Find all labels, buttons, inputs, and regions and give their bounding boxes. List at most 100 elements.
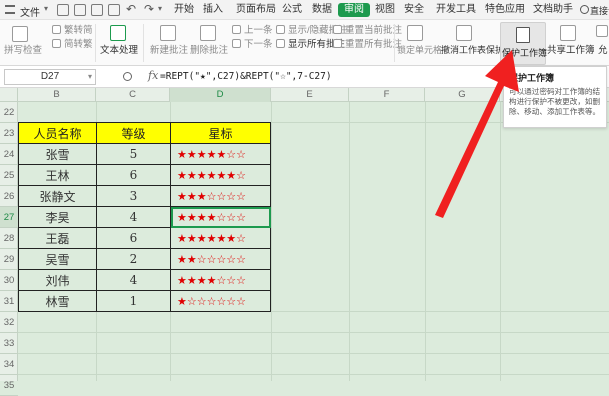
share-workbook-button[interactable]: 共享工作簿 [547,45,595,56]
row-header[interactable]: 31 [0,291,18,312]
name-box-value: D27 [40,71,60,82]
table-header-row: 人员名称 等级 星标 [18,122,271,144]
chevron-down-icon[interactable]: ▾ [88,70,92,84]
text-processing-button[interactable]: 文本处理 [100,45,138,56]
table-row: 吴雪 2 ★★☆☆☆☆☆ [18,248,271,270]
row-header[interactable]: 26 [0,186,18,207]
header-level[interactable]: 等级 [96,122,171,144]
cell-stars[interactable]: ★★★★★☆☆ [170,143,271,165]
chevron-down-icon[interactable]: ▾ [158,4,162,13]
preview-icon[interactable] [108,4,120,16]
tab-special-apps[interactable]: 特色应用 [485,4,525,16]
name-box[interactable]: D27 ▾ [4,69,96,85]
column-header-f[interactable]: F [349,88,425,102]
cell-level[interactable]: 2 [96,248,171,270]
tab-insert[interactable]: 插入 [203,4,223,16]
cell-level[interactable]: 4 [96,206,171,228]
cell-name[interactable]: 张静文 [18,185,97,207]
cell-name[interactable]: 张雪 [18,143,97,165]
new-comment-icon[interactable] [160,25,176,41]
tab-security[interactable]: 安全 [404,4,424,16]
fx-icon[interactable]: fx [148,69,158,82]
formula-input[interactable]: =REPT("★",C27)&REPT("☆",7-C27) [160,70,332,84]
row-header[interactable]: 29 [0,249,18,270]
magnifier-icon[interactable] [123,72,132,81]
tab-home[interactable]: 开始 [174,4,194,16]
cell-name[interactable]: 吴雪 [18,248,97,270]
allow-edit-icon[interactable] [596,25,608,37]
sheet-protect-icon[interactable] [456,25,472,41]
simp-to-trad-button[interactable]: 简转繁 [64,39,93,50]
cell-stars[interactable]: ★★☆☆☆☆☆ [170,248,271,270]
cell-name[interactable]: 李昊 [18,206,97,228]
row-header-selected[interactable]: 27 [0,207,18,228]
cell-level[interactable]: 6 [96,164,171,186]
file-menu[interactable]: 文件 [20,4,40,19]
allow-user-edit-button[interactable]: 允 [598,45,608,56]
tab-page-layout[interactable]: 页面布局 [236,4,276,16]
cell-name[interactable]: 刘伟 [18,269,97,291]
cell-name[interactable]: 王林 [18,164,97,186]
column-header-b[interactable]: B [18,88,96,102]
select-all-corner[interactable] [0,88,18,102]
cell-level[interactable]: 3 [96,185,171,207]
tab-data[interactable]: 数据 [312,4,332,16]
tab-review[interactable]: 审阅 [338,3,370,17]
chevron-down-icon[interactable]: ▾ [44,4,48,13]
column-header-c[interactable]: C [96,88,170,102]
lock-icon[interactable] [407,25,423,41]
column-header-d[interactable]: D [170,88,271,102]
row-header[interactable]: 25 [0,165,18,186]
tab-doc-assistant[interactable]: 文档助手 [533,4,573,16]
new-comment-button[interactable]: 新建批注 [150,45,188,56]
row-header[interactable]: 33 [0,333,18,354]
red-arrow [435,50,519,218]
tab-view[interactable]: 视图 [375,4,395,16]
convert-icon [52,25,61,34]
header-name[interactable]: 人员名称 [18,122,97,144]
save-icon[interactable] [57,4,69,16]
next-comment-icon [232,39,241,48]
cell-level[interactable]: 1 [96,290,171,312]
row-header[interactable]: 28 [0,228,18,249]
delete-comment-icon[interactable] [200,25,216,41]
prev-comment-button[interactable]: 上一条 [244,25,273,36]
header-stars[interactable]: 星标 [170,122,271,144]
spell-check-button[interactable]: 拼写检查 [4,45,42,56]
text-processing-icon[interactable] [110,25,126,41]
tab-formulas[interactable]: 公式 [282,4,302,16]
row-header[interactable]: 22 [0,102,18,123]
row-header[interactable]: 34 [0,354,18,375]
row-header[interactable]: 24 [0,144,18,165]
next-comment-button[interactable]: 下一条 [244,39,273,50]
spellcheck-icon[interactable] [12,26,28,42]
print-icon[interactable] [91,4,103,16]
tab-developer[interactable]: 开发工具 [436,4,476,16]
row-headers: 22 23 24 25 26 27 28 29 30 31 32 33 34 3… [0,102,18,396]
cell-stars[interactable]: ★★★★★★☆ [170,164,271,186]
search-icon[interactable] [580,5,589,14]
export-icon[interactable] [74,4,86,16]
share-icon[interactable] [560,25,576,41]
redo-icon[interactable]: ↷ [144,2,154,16]
cell-name[interactable]: 林雪 [18,290,97,312]
hamburger-icon[interactable] [5,5,15,14]
delete-comment-button[interactable]: 删除批注 [190,45,228,56]
cell-stars[interactable]: ★★★★★★☆ [170,227,271,249]
cell-stars-selected[interactable]: ★★★★☆☆☆ [170,206,271,228]
trad-to-simp-button[interactable]: 繁转简 [64,25,93,36]
cell-level[interactable]: 5 [96,143,171,165]
row-header[interactable]: 23 [0,123,18,144]
row-header[interactable]: 32 [0,312,18,333]
row-header[interactable]: 30 [0,270,18,291]
undo-icon[interactable]: ↶ [126,2,136,16]
cell-stars[interactable]: ★★★☆☆☆☆ [170,185,271,207]
cell-name[interactable]: 王磊 [18,227,97,249]
column-header-e[interactable]: E [271,88,349,102]
quick-access-label[interactable]: 直接访问 [590,4,609,17]
cell-stars[interactable]: ★★★★☆☆☆ [170,269,271,291]
cell-level[interactable]: 4 [96,269,171,291]
cell-stars[interactable]: ★☆☆☆☆☆☆ [170,290,271,312]
cell-level[interactable]: 6 [96,227,171,249]
row-header[interactable]: 35 [0,375,18,396]
